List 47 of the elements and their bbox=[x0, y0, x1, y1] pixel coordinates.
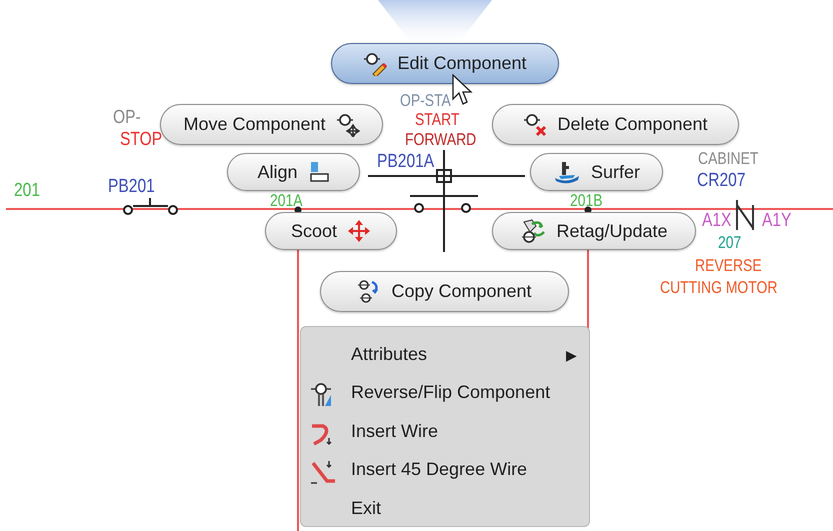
menu-item[interactable]: Insert 45 Degree Wire bbox=[301, 450, 589, 489]
menu-item-label: Reverse/Flip Component bbox=[351, 381, 550, 404]
device-label: OP- bbox=[113, 108, 141, 127]
wire-number: 201 bbox=[14, 181, 40, 200]
description-label: REVERSE bbox=[695, 257, 762, 274]
pin-label: A1X bbox=[702, 211, 732, 230]
menu-item-label: Attributes bbox=[351, 342, 428, 366]
crosshair-box bbox=[436, 169, 452, 183]
delete-icon bbox=[523, 112, 548, 136]
contact-drawing bbox=[736, 199, 754, 231]
device-label: OP-STA bbox=[400, 92, 451, 109]
menu-item-label: Exit bbox=[351, 496, 382, 520]
device-tag: PB201 bbox=[108, 177, 155, 196]
submenu-arrow: ▶ bbox=[566, 346, 577, 365]
menu-item-label: Insert Wire bbox=[351, 420, 438, 443]
pushbutton-drawing bbox=[410, 195, 478, 213]
move-icon bbox=[336, 112, 360, 136]
device-tag: PB201A bbox=[377, 152, 434, 171]
description-label: CUTTING MOTOR bbox=[660, 279, 778, 296]
delete-component-button[interactable]: Delete Component bbox=[492, 104, 739, 145]
menu-item[interactable]: Reverse/Flip Component bbox=[301, 374, 589, 412]
scoot-button[interactable]: Scoot bbox=[265, 212, 397, 250]
surfer-icon bbox=[552, 160, 581, 184]
pin-label: A1Y bbox=[762, 211, 792, 230]
menu-item-label: Insert 45 Degree Wire bbox=[351, 458, 528, 482]
wire-number: 201B bbox=[570, 192, 603, 209]
align-icon bbox=[308, 160, 330, 184]
move-component-button[interactable]: Move Component bbox=[160, 104, 383, 145]
device-label: START bbox=[415, 111, 460, 128]
wire-number: 207 bbox=[718, 234, 742, 251]
align-button[interactable]: Align bbox=[227, 153, 360, 191]
device-tag: CR207 bbox=[697, 171, 746, 190]
location-label: CABINET bbox=[698, 150, 758, 167]
menu-item[interactable]: Insert Wire bbox=[301, 412, 589, 450]
device-label: STOP bbox=[120, 130, 162, 149]
pushbutton-drawing bbox=[123, 198, 178, 215]
retag-update-button[interactable]: Retag/Update bbox=[492, 212, 696, 250]
copy-component-button[interactable]: Copy Component bbox=[320, 271, 569, 312]
move-arrows-icon bbox=[347, 219, 372, 243]
retag-icon bbox=[520, 218, 546, 244]
menu-item[interactable]: Attributes ▶ bbox=[301, 335, 589, 374]
edit-icon bbox=[363, 52, 388, 76]
wire-number: 201A bbox=[270, 192, 303, 209]
device-label: FORWARD bbox=[405, 131, 476, 148]
surfer-button[interactable]: Surfer bbox=[530, 153, 663, 191]
edit-component-button[interactable]: Edit Component bbox=[331, 43, 559, 84]
menu-item[interactable]: Exit bbox=[301, 489, 589, 528]
